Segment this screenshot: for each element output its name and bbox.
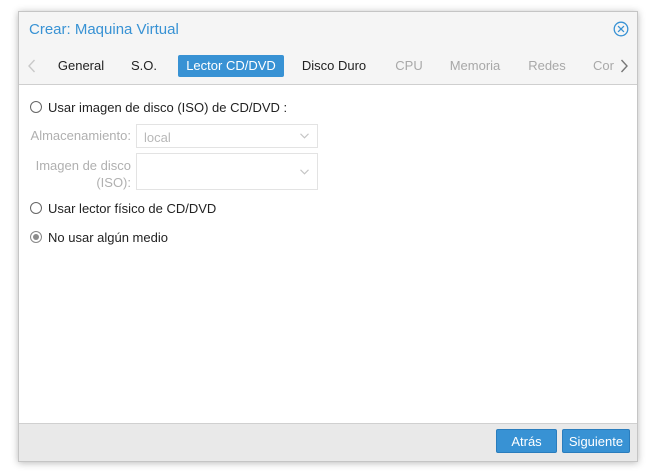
physical-drive-radio[interactable] (30, 202, 42, 214)
dialog-title: Crear: Maquina Virtual (29, 21, 179, 38)
tab-network[interactable]: Redes (520, 55, 574, 77)
dialog-titlebar: Crear: Maquina Virtual (19, 12, 637, 49)
iso-image-option[interactable]: Usar imagen de disco (ISO) de CD/DVD : (30, 97, 287, 117)
tab-confirm[interactable]: Cor (587, 55, 619, 77)
chevron-left-icon (28, 59, 36, 73)
storage-select[interactable]: local (136, 124, 318, 148)
chevron-down-icon[interactable] (300, 169, 309, 175)
iso-image-radio[interactable] (30, 101, 42, 113)
iso-image-label: Imagen de disco (ISO): (29, 157, 131, 191)
tab-hard-disk[interactable]: Disco Duro (295, 55, 373, 77)
iso-image-option-label: Usar imagen de disco (ISO) de CD/DVD : (48, 99, 288, 115)
physical-drive-option-label: Usar lector físico de CD/DVD (48, 200, 217, 216)
physical-drive-option[interactable]: Usar lector físico de CD/DVD (30, 198, 216, 218)
iso-image-label-line1: Imagen de disco (35, 158, 131, 173)
dialog-content: Usar imagen de disco (ISO) de CD/DVD : A… (19, 85, 637, 423)
back-button[interactable]: Atrás (496, 429, 557, 453)
next-button[interactable]: Siguiente (562, 429, 630, 453)
dialog-footer: Atrás Siguiente (19, 423, 637, 461)
storage-label: Almacenamiento: (30, 128, 131, 143)
tab-scroll-left[interactable] (25, 57, 39, 75)
chevron-down-icon[interactable] (300, 133, 309, 139)
no-media-radio[interactable] (30, 231, 42, 243)
no-media-option[interactable]: No usar algún medio (30, 227, 168, 247)
tab-cd-dvd[interactable]: Lector CD/DVD (178, 55, 284, 77)
tab-os[interactable]: S.O. (121, 55, 167, 77)
no-media-option-label: No usar algún medio (48, 229, 168, 245)
tab-scroll-right[interactable] (617, 57, 631, 75)
iso-image-label-line2: (ISO): (96, 175, 131, 190)
storage-select-value: local (144, 130, 171, 145)
tab-cpu[interactable]: CPU (387, 55, 431, 77)
tab-memory[interactable]: Memoria (444, 55, 506, 77)
tab-bar: General S.O. Lector CD/DVD Disco Duro CP… (19, 49, 637, 85)
chevron-right-icon (620, 59, 628, 73)
tab-general[interactable]: General (49, 55, 113, 77)
create-vm-dialog: Crear: Maquina Virtual General S.O. Lect… (18, 11, 638, 462)
close-circle-icon (613, 21, 629, 37)
iso-image-select[interactable] (136, 153, 318, 190)
close-button[interactable] (613, 21, 629, 37)
